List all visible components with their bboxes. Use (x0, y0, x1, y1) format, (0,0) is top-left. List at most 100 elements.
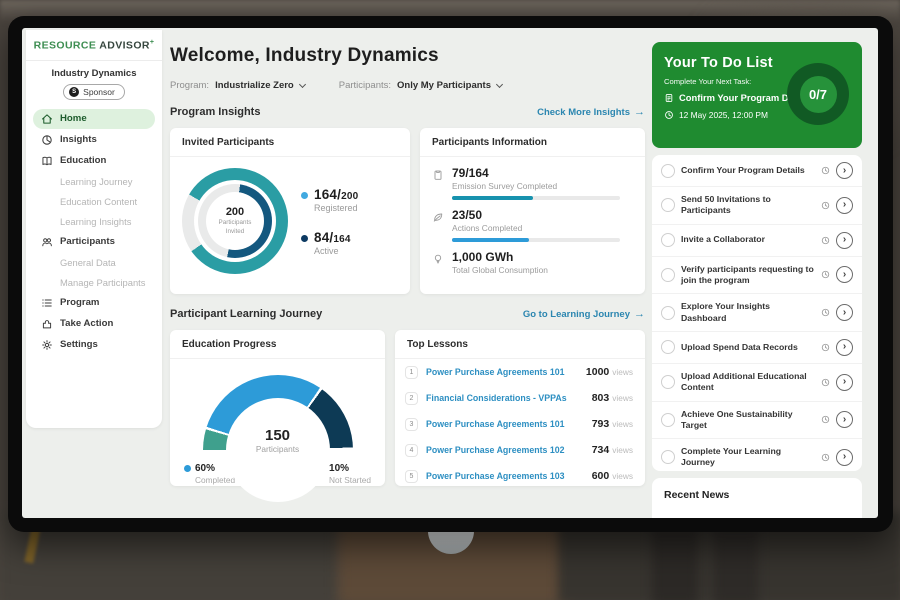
filter-bar: Program: Industrialize Zero Participants… (170, 80, 502, 91)
sidebar-item-insights[interactable]: Insights (33, 130, 155, 150)
sponsor-badge-label: Sponsor (83, 87, 115, 97)
task-checkbox[interactable] (661, 164, 675, 178)
sidebar-item-label: Take Action (60, 318, 113, 329)
clock-icon (821, 343, 830, 352)
legend-item-active: 84/164 Active (301, 230, 358, 256)
sidebar-item-learning-insights[interactable]: Learning Insights (33, 212, 155, 231)
task-open-button[interactable]: › (836, 374, 853, 391)
org-name: Industry Dynamics (26, 68, 162, 79)
task-open-button[interactable]: › (836, 449, 853, 466)
sidebar-item-label: Education (60, 155, 106, 166)
participants-information-card: Participants Information 79/164 Emission… (420, 128, 645, 294)
lesson-row: 1 Power Purchase Agreements 101 1000view… (395, 359, 645, 385)
page-title: Welcome, Industry Dynamics (170, 45, 439, 67)
task-checkbox[interactable] (661, 375, 675, 389)
task-checkbox[interactable] (661, 198, 675, 212)
education-progress-card: Education Progress 150 Participants 60% … (170, 330, 385, 486)
lesson-rank: 4 (405, 444, 418, 457)
invited-donut-chart: 200 ParticipantsInvited (182, 168, 288, 274)
check-more-insights-link[interactable]: Check More Insights→ (537, 106, 645, 118)
task-checkbox[interactable] (661, 233, 675, 247)
participants-select[interactable]: Participants: Only My Participants (339, 80, 502, 91)
todo-progress-value: 0/7 (809, 87, 827, 102)
lesson-title-link[interactable]: Power Purchase Agreements 102 (426, 445, 592, 455)
program-select[interactable]: Program: Industrialize Zero (170, 80, 305, 91)
todo-task-row: Achieve One Sustainability Target › (652, 402, 862, 440)
task-label: Achieve One Sustainability Target (681, 409, 815, 432)
home-icon (41, 113, 53, 125)
program-insights-header: Program Insights Check More Insights→ (170, 106, 645, 118)
task-open-button[interactable]: › (836, 266, 853, 283)
sidebar-item-label: Participants (60, 236, 115, 247)
sidebar-item-general-data[interactable]: General Data (33, 253, 155, 272)
lesson-title-link[interactable]: Power Purchase Agreements 101 (426, 419, 592, 429)
sidebar-item-education-content[interactable]: Education Content (33, 192, 155, 211)
task-open-button[interactable]: › (836, 304, 853, 321)
task-label: Send 50 Invitations to Participants (681, 194, 815, 217)
sidebar-item-take-action[interactable]: Take Action (33, 314, 155, 334)
legend-dot (301, 192, 308, 199)
task-open-button[interactable]: › (836, 162, 853, 179)
gauge-center-label: Participants (203, 444, 353, 454)
sponsor-badge[interactable]: S Sponsor (63, 84, 125, 100)
progress-fill (452, 196, 533, 200)
todo-task-row: Verify participants requesting to join t… (652, 257, 862, 295)
sidebar-item-settings[interactable]: Settings (33, 335, 155, 355)
sidebar-item-label: General Data (60, 257, 116, 268)
clock-icon (821, 201, 830, 210)
top-lessons-card: Top Lessons 1 Power Purchase Agreements … (395, 330, 645, 486)
sidebar-item-label: Manage Participants (60, 277, 145, 288)
invited-participants-card: Invited Participants 200 ParticipantsInv… (170, 128, 410, 294)
clock-icon (821, 378, 830, 387)
sponsor-badge-icon: S (69, 87, 79, 97)
task-open-button[interactable]: › (836, 232, 853, 249)
task-open-button[interactable]: › (836, 197, 853, 214)
stat-global-consumption: 1,000 GWh Total Global Consumption (432, 250, 633, 275)
todo-progress-ring: 0/7 (787, 63, 849, 125)
stat-actions-completed: 23/50 Actions Completed (432, 208, 633, 242)
clock-icon (821, 236, 830, 245)
sidebar-item-program[interactable]: Program (33, 293, 155, 313)
sidebar-nav: Home Insights Education Learning Journey… (26, 109, 162, 355)
document-icon (664, 93, 674, 103)
dashboard-screen: RESOURCE ADVISOR+ Industry Dynamics S Sp… (22, 28, 878, 518)
lesson-title-link[interactable]: Power Purchase Agreements 101 (426, 367, 586, 377)
education-icon (41, 155, 53, 167)
learning-journey-header: Participant Learning Journey Go to Learn… (170, 308, 645, 320)
task-checkbox[interactable] (661, 413, 675, 427)
task-checkbox[interactable] (661, 268, 675, 282)
lesson-row: 5 Power Purchase Agreements 103 600views (395, 463, 645, 489)
app-logo: RESOURCE ADVISOR+ (26, 39, 162, 52)
task-open-button[interactable]: › (836, 411, 853, 428)
lesson-title-link[interactable]: Power Purchase Agreements 103 (426, 471, 592, 481)
sidebar-item-learning-journey[interactable]: Learning Journey (33, 172, 155, 191)
donut-center-value: 200 (226, 206, 244, 218)
sidebar-item-education[interactable]: Education (33, 151, 155, 171)
task-label: Complete Your Learning Journey (681, 446, 815, 469)
chevron-down-icon (496, 80, 503, 87)
logo-text-primary: RESOURCE (34, 40, 97, 52)
sidebar-item-label: Home (60, 113, 87, 124)
progress-fill (452, 238, 529, 242)
background-shadow-band (714, 528, 758, 600)
clock-icon (821, 415, 830, 424)
task-label: Explore Your Insights Dashboard (681, 301, 815, 324)
card-title: Education Progress (170, 330, 385, 359)
sidebar-item-label: Learning Insights (60, 216, 131, 227)
task-open-button[interactable]: › (836, 339, 853, 356)
leaf-icon (432, 211, 444, 223)
task-checkbox[interactable] (661, 306, 675, 320)
sidebar-item-home[interactable]: Home (33, 109, 155, 129)
lesson-row: 4 Power Purchase Agreements 102 734views (395, 437, 645, 463)
progress-bar (452, 238, 620, 242)
task-label: Verify participants requesting to join t… (681, 264, 815, 287)
go-to-learning-journey-link[interactable]: Go to Learning Journey→ (523, 308, 645, 320)
lesson-title-link[interactable]: Financial Considerations - VPPAs (426, 393, 592, 403)
sidebar-item-label: Education Content (60, 196, 137, 207)
chevron-down-icon (299, 80, 306, 87)
stat-emission-survey: 79/164 Emission Survey Completed (432, 166, 633, 200)
sidebar-item-participants[interactable]: Participants (33, 232, 155, 252)
sidebar-item-manage-participants[interactable]: Manage Participants (33, 273, 155, 292)
task-checkbox[interactable] (661, 450, 675, 464)
task-checkbox[interactable] (661, 340, 675, 354)
